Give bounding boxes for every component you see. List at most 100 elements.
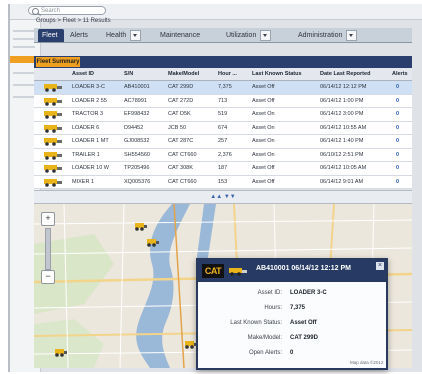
asset-marker[interactable] <box>146 234 160 247</box>
table-row[interactable]: MIXER 1 XQ005376 CAT CT660 153 Asset Off 06/1… <box>34 175 412 189</box>
zoom-in-button[interactable]: + <box>41 212 55 226</box>
split-handle[interactable]: ▲▲ ▼▼ <box>34 190 412 204</box>
screen: Search Groups > Fleet > 11 Results Fleet… <box>0 0 422 374</box>
table-cell-date: 06/14/12 10:55 AM <box>320 124 367 131</box>
popup-header: CAT AB410001 06/14/12 12:12 PM × <box>198 260 386 282</box>
panel-line <box>13 30 35 32</box>
tab-health[interactable]: Health <box>102 29 154 42</box>
table-cell-model: JCB 50 <box>168 124 187 131</box>
col-header[interactable]: Asset ID <box>72 68 94 80</box>
search-input[interactable]: Search <box>28 6 106 15</box>
breadcrumb[interactable]: Groups > Fleet > 11 Results <box>36 18 111 24</box>
tab-fleet-summary[interactable]: Fleet Summary <box>36 57 80 67</box>
table-cell-sn: AB410001 <box>124 84 150 90</box>
popup-field-value: 0 <box>290 350 294 356</box>
table-cell-asset: LOADER 3-C <box>72 84 106 90</box>
table-row[interactable]: LOADER 2 55 AC78991 CAT 272D 713 Asset Off 06… <box>34 94 412 108</box>
popup-field-value: Asset Off <box>290 320 317 326</box>
machine-icon <box>44 151 62 160</box>
popup-field-label: Last Known Status: <box>230 320 282 326</box>
table-cell-alerts[interactable]: 0 <box>396 162 399 174</box>
table-cell-hours: 7,375 <box>218 84 232 90</box>
asset-marker[interactable] <box>134 218 148 231</box>
col-header[interactable]: Last Known Status <box>252 68 302 80</box>
table-cell-alerts[interactable]: 0 <box>396 108 399 120</box>
table-cell-status: Asset On <box>252 138 275 144</box>
table-cell-asset: LOADER 10 W <box>72 165 109 171</box>
tab-maintenance[interactable]: Maintenance <box>156 29 220 42</box>
table-cell-date: 06/14/12 3:00 PM <box>320 111 364 117</box>
close-icon[interactable]: × <box>376 262 384 270</box>
popup-field-value: 7,375 <box>290 305 306 311</box>
table-cell-asset: TRACTOR 3 <box>72 111 104 117</box>
table-row[interactable]: TRACTOR 3 EF998432 CAT D5K 519 Asset On 06/14… <box>34 108 412 122</box>
table-row[interactable]: TRAILER 1 SH554560 CAT CT660 2,376 Asset On 0… <box>34 148 412 162</box>
tab-administration[interactable]: Administration <box>294 29 388 42</box>
search-placeholder: Search <box>41 8 61 14</box>
table-cell-sn: XQ005376 <box>124 178 151 185</box>
col-header[interactable]: Make/Model <box>168 68 199 80</box>
panel-line <box>13 38 35 40</box>
table-row[interactable]: LOADER 6 D94452 JCB 50 674 Asset On 06/14/12 … <box>34 121 412 135</box>
tab-label: Utilization <box>226 32 257 39</box>
popup-field-value: CAT 299D <box>290 335 318 341</box>
tab-fleet[interactable]: Fleet <box>38 29 64 42</box>
table-cell-hours: 519 <box>218 111 228 117</box>
chevron-down-icon[interactable] <box>346 29 358 41</box>
loader-icon <box>147 239 159 247</box>
table-cell-asset: MIXER 1 <box>72 178 95 185</box>
table-cell-asset: LOADER 1 MT <box>72 138 109 144</box>
table-cell-status: Asset On <box>252 151 275 158</box>
table-cell-model: CAT 299D <box>168 84 194 90</box>
zoom-control: + − <box>40 212 55 284</box>
table-cell-model: CAT 272D <box>168 97 194 104</box>
table-cell-date: 06/14/12 9:01 AM <box>320 178 364 185</box>
chevron-down-icon[interactable] <box>260 29 272 41</box>
tab-alerts[interactable]: Alerts <box>66 29 100 42</box>
col-header[interactable]: Hour ... <box>218 68 237 80</box>
table-cell-alerts[interactable]: 0 <box>396 95 399 107</box>
table-cell-hours: 187 <box>218 165 228 171</box>
table-row[interactable]: LOADER 3-C AB410001 CAT 299D 7,375 Asset Off… <box>34 81 412 95</box>
table-cell-alerts[interactable]: 0 <box>396 176 399 188</box>
table-cell-alerts[interactable]: 0 <box>396 149 399 161</box>
table-cell-date: 06/10/12 2:51 PM <box>320 151 364 158</box>
table-cell-date: 06/14/12 10:05 AM <box>320 165 367 171</box>
tab-label: Health <box>106 32 127 39</box>
table-cell-status: Asset Off <box>252 97 275 104</box>
tab-utilization[interactable]: Utilization <box>222 29 292 42</box>
panel-line <box>13 84 35 86</box>
machine-icon <box>44 138 62 146</box>
table-header: Asset ID S/N Make/Model Hour ... Last Kn… <box>34 68 412 81</box>
table-cell-alerts[interactable]: 0 <box>396 122 399 134</box>
asset-marker[interactable] <box>54 344 68 357</box>
col-header[interactable]: Date Last Reported <box>320 68 370 80</box>
tab-label: Fleet <box>42 32 58 39</box>
table-cell-asset: LOADER 6 <box>72 124 100 131</box>
table-row[interactable]: LOADER 1 MT GJ008532 CAT 287C 257 Asset On 06… <box>34 135 412 149</box>
zoom-slider[interactable] <box>45 228 51 270</box>
table-cell-status: Asset Off <box>252 178 275 185</box>
col-header[interactable]: S/N <box>124 68 133 80</box>
table-cell-model: CAT D5K <box>168 111 191 117</box>
machine-icon <box>44 84 62 92</box>
popup-field-label: Open Alerts: <box>248 350 282 356</box>
panel-line <box>13 72 35 74</box>
zoom-out-button[interactable]: − <box>41 270 55 284</box>
popup-field-value: LOADER 3-C <box>290 290 327 296</box>
machine-icon <box>44 178 62 187</box>
machine-icon <box>44 111 62 119</box>
table-cell-alerts[interactable]: 0 <box>396 135 399 147</box>
table-cell-status: Asset Off <box>252 165 275 171</box>
loader-icon <box>135 223 147 231</box>
tab-label: Alerts <box>70 32 88 39</box>
chevron-down-icon[interactable] <box>130 29 142 41</box>
col-header[interactable]: Alerts <box>392 68 408 80</box>
table-cell-date: 06/14/12 1:00 PM <box>320 97 364 104</box>
table-row[interactable]: LOADER 10 W TP205496 CAT 308K 187 Asset Off 0… <box>34 162 412 176</box>
table-cell-model: CAT CT660 <box>168 178 197 185</box>
tab-bar: Fleet Alerts Health Maintenance Utilizat… <box>34 28 412 43</box>
table-cell-alerts[interactable]: 0 <box>396 81 399 93</box>
table-cell-asset: TRAILER 1 <box>72 151 100 158</box>
table-cell-status: Asset Off <box>252 84 275 90</box>
